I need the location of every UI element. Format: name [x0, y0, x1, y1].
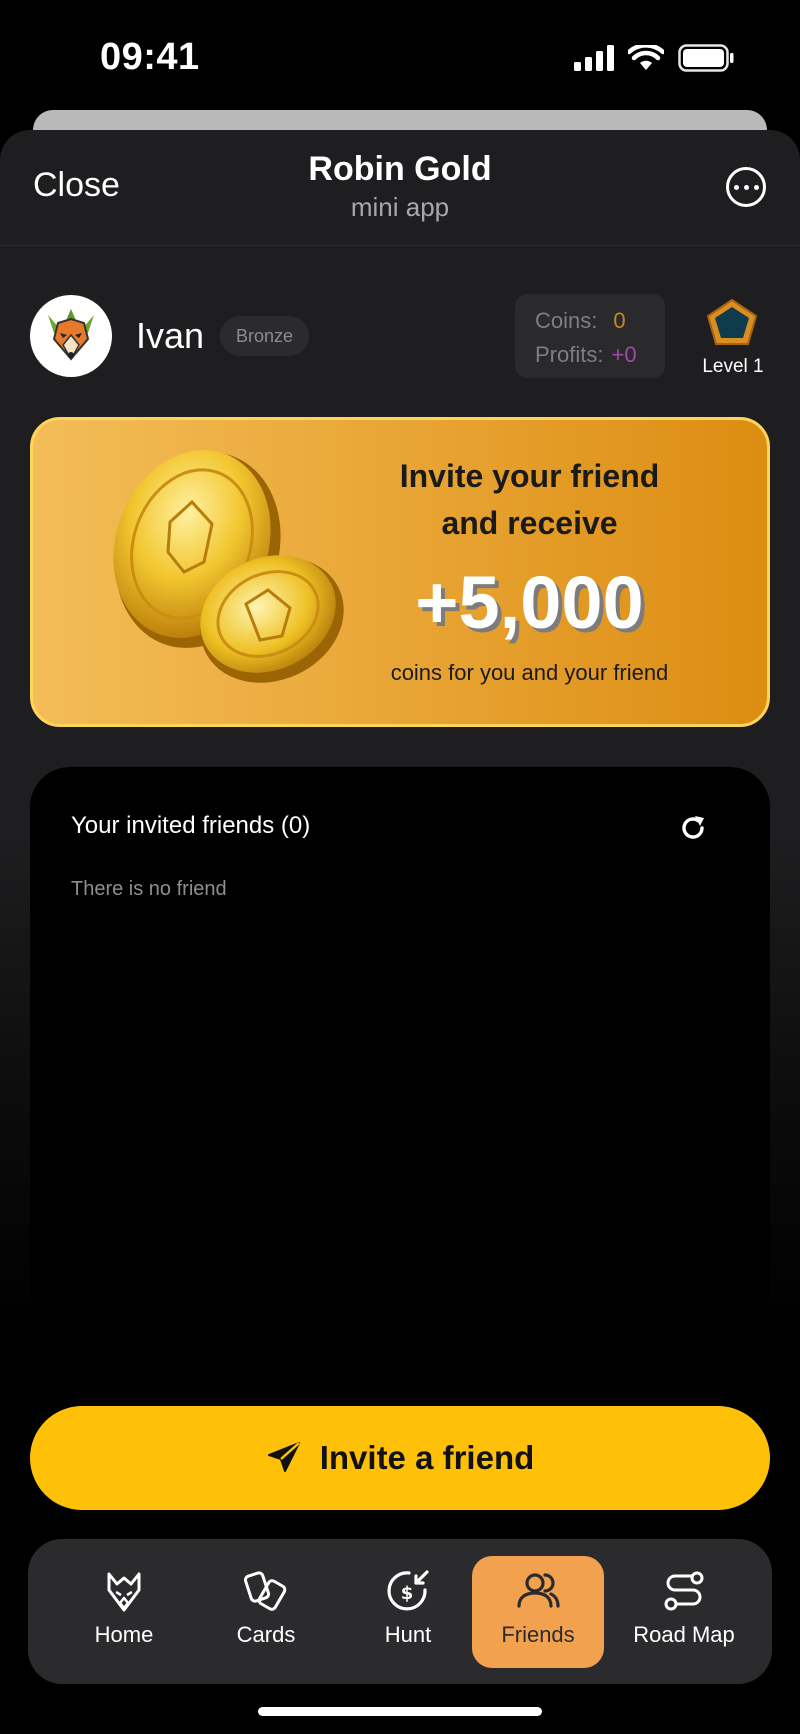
more-icon — [733, 184, 739, 190]
home-indicator — [258, 1707, 542, 1716]
nav-friends[interactable]: Friends — [472, 1556, 604, 1668]
stats-box: Coins: 0 Profits: +0 — [515, 294, 665, 378]
invited-friends-card — [30, 767, 770, 1327]
app-subtitle: mini app — [350, 192, 450, 222]
invite-friend-label: Invite a friend — [319, 1439, 535, 1476]
nav-hunt-label: Hunt — [384, 1622, 432, 1647]
rank-badge: Bronze — [220, 316, 310, 356]
nav-cards-label: Cards — [236, 1622, 296, 1647]
profits-label: Profits: — [535, 342, 604, 367]
status-icons — [574, 44, 734, 72]
bottom-navigation: Home Cards $ Hunt Friends Road Map — [28, 1539, 772, 1684]
battery-icon — [678, 44, 734, 72]
wifi-icon — [628, 45, 664, 70]
nav-home[interactable]: Home — [58, 1556, 190, 1668]
profits-stat: Profits: +0 — [535, 342, 637, 368]
status-time: 09:41 — [100, 36, 200, 78]
coins-value: 0 — [613, 308, 626, 333]
promo-headline-2: and receive — [441, 505, 618, 541]
coins-label: Coins: — [535, 308, 598, 333]
nav-cards[interactable]: Cards — [200, 1556, 332, 1668]
fox-avatar-icon — [48, 309, 94, 361]
friends-icon — [517, 1573, 560, 1608]
invite-friend-button[interactable]: Invite a friend — [30, 1406, 770, 1510]
user-name: Ivan — [136, 315, 205, 356]
level-badge-icon[interactable] — [706, 298, 758, 346]
fox-icon — [107, 1572, 141, 1612]
nav-road-map[interactable]: Road Map — [618, 1556, 750, 1668]
promo-caption: coins for you and your friend — [390, 660, 669, 685]
level-label: Level 1 — [702, 356, 764, 377]
road-map-icon — [664, 1571, 704, 1611]
cards-icon — [243, 1571, 287, 1611]
nav-road-map-label: Road Map — [633, 1622, 735, 1647]
empty-friends-text: There is no friend — [71, 878, 227, 900]
invited-friends-title: Your invited friends (0) — [71, 812, 311, 839]
app-title: Robin Gold — [308, 150, 492, 188]
send-icon — [267, 1442, 300, 1472]
avatar[interactable] — [30, 295, 112, 377]
coins-stat: Coins: 0 — [535, 308, 626, 334]
cellular-signal-icon — [574, 45, 614, 71]
gold-coins-icon — [113, 450, 344, 683]
nav-hunt[interactable]: $ Hunt — [342, 1556, 474, 1668]
promo-headline-1: Invite your friend — [399, 458, 660, 494]
svg-text:$: $ — [401, 1583, 414, 1604]
nav-home-label: Home — [94, 1622, 154, 1647]
refresh-icon[interactable] — [677, 812, 709, 844]
promo-amount: +5,000 — [415, 561, 644, 644]
nav-friends-label: Friends — [501, 1622, 575, 1647]
profits-value: +0 — [611, 342, 637, 367]
more-options-button[interactable] — [726, 167, 766, 207]
hunt-icon: $ — [387, 1570, 429, 1611]
